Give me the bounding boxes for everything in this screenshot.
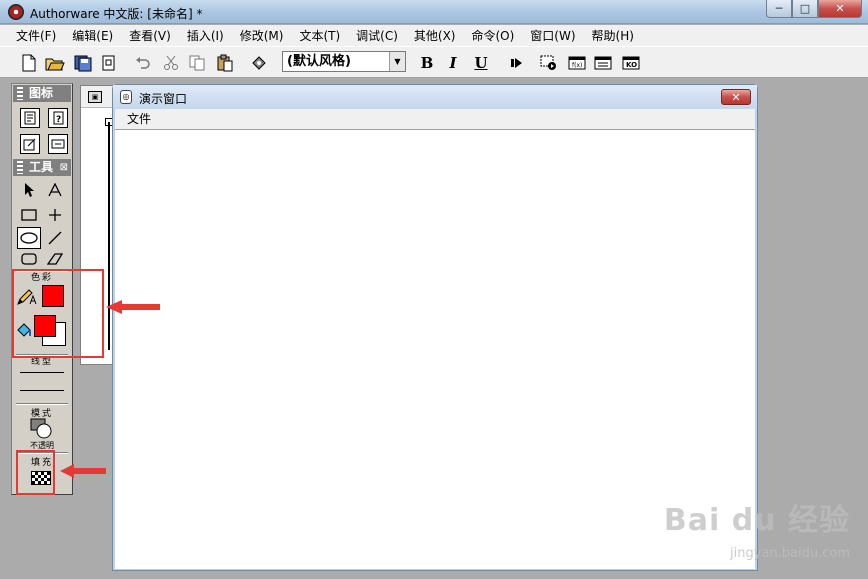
paste-icon[interactable]: [214, 52, 236, 74]
presentation-canvas[interactable]: [115, 129, 755, 569]
icons-palette-title: 图标: [29, 86, 54, 100]
undo-icon[interactable]: [132, 52, 154, 74]
authorware-app-icon[interactable]: [8, 4, 24, 20]
display-icon[interactable]: [20, 108, 40, 128]
calculation-icon[interactable]: [48, 134, 68, 154]
menu-window[interactable]: 窗口(W): [522, 26, 583, 46]
menu-command[interactable]: 命令(O): [463, 26, 522, 46]
title-bar: Authorware 中文版: [未命名] * ─ □ ✕: [0, 0, 868, 24]
tools-palette-title: 工具: [29, 160, 54, 174]
text-style-value: (默认风格): [287, 54, 351, 69]
line-style-thin[interactable]: [20, 372, 64, 373]
underline-button[interactable]: U: [470, 52, 492, 74]
menu-insert[interactable]: 插入(I): [179, 26, 232, 46]
toolbar: (默认风格) ▼ B I U f(x) KO: [0, 46, 868, 78]
copy-icon[interactable]: [186, 52, 208, 74]
text-style-select[interactable]: (默认风格) ▼: [282, 51, 406, 72]
menu-bar: 文件(F) 编辑(E) 查看(V) 插入(I) 修改(M) 文本(T) 调试(C…: [0, 25, 868, 46]
save-all-icon[interactable]: [72, 52, 94, 74]
close-button[interactable]: ✕: [818, 0, 862, 18]
baidu-jingyan-url: jingyan.baidu.com: [730, 546, 850, 561]
svg-text:?: ?: [56, 115, 61, 125]
annotation-arrow-color: [106, 300, 160, 314]
presentation-menu-file[interactable]: 文件: [127, 112, 151, 126]
line-style-medium[interactable]: [20, 390, 64, 391]
menu-other[interactable]: 其他(X): [406, 26, 464, 46]
open-file-icon[interactable]: [44, 52, 66, 74]
svg-text:f(x): f(x): [572, 62, 582, 69]
polygon-tool-icon[interactable]: [43, 248, 67, 270]
interaction-icon[interactable]: [20, 134, 40, 154]
presentation-window-title-bar[interactable]: ◎ 演示窗口 ✕: [113, 85, 757, 109]
rounded-rectangle-tool-icon[interactable]: [17, 248, 41, 270]
variables-icon[interactable]: [592, 52, 614, 74]
chevron-down-icon[interactable]: ▼: [389, 52, 405, 71]
menu-help[interactable]: 帮助(H): [584, 26, 642, 46]
annotation-box-color: [12, 269, 104, 358]
presentation-window-icon: ◎: [120, 90, 132, 104]
menu-modify[interactable]: 修改(M): [232, 26, 292, 46]
minimize-button[interactable]: ─: [766, 0, 792, 18]
icons-palette-header[interactable]: 图标: [13, 85, 71, 102]
divider: [16, 403, 68, 405]
presentation-window-close-button[interactable]: ✕: [721, 89, 751, 105]
rectangle-tool-icon[interactable]: [17, 204, 41, 226]
menu-view[interactable]: 查看(V): [121, 26, 179, 46]
italic-button[interactable]: I: [442, 52, 464, 74]
annotation-arrow-fill: [60, 464, 106, 478]
grip-icon[interactable]: [17, 161, 23, 174]
cut-icon[interactable]: [160, 52, 182, 74]
baidu-jingyan-watermark: Bai du 经验: [663, 503, 850, 538]
bold-button[interactable]: B: [416, 52, 438, 74]
window-title: Authorware 中文版: [未命名] *: [30, 7, 203, 21]
annotation-box-fill: [16, 450, 55, 495]
palette-close-icon[interactable]: ⊠: [60, 159, 68, 176]
knowledge-objects-icon[interactable]: KO: [620, 52, 642, 74]
diagonal-line-tool-icon[interactable]: [43, 227, 67, 249]
menu-debug[interactable]: 调试(C): [348, 26, 406, 46]
maximize-button[interactable]: □: [792, 0, 818, 18]
find-icon[interactable]: [248, 52, 270, 74]
svg-text:KO: KO: [626, 61, 637, 69]
straight-line-tool-icon[interactable]: [43, 204, 67, 226]
restart-icon[interactable]: [506, 52, 528, 74]
presentation-window-title: 演示窗口: [139, 92, 188, 106]
window-controls: ─ □ ✕: [766, 0, 862, 18]
menu-edit[interactable]: 编辑(E): [64, 26, 121, 46]
design-window-icon: ▣: [88, 91, 102, 103]
presentation-window: ◎ 演示窗口 ✕ 文件: [112, 84, 758, 571]
control-panel-icon[interactable]: [538, 52, 560, 74]
text-tool-icon[interactable]: [43, 179, 67, 201]
presentation-menu-bar: 文件: [115, 109, 755, 129]
decision-icon[interactable]: ?: [48, 108, 68, 128]
menu-file[interactable]: 文件(F): [8, 26, 64, 46]
functions-icon[interactable]: f(x): [566, 52, 588, 74]
ellipse-tool-icon[interactable]: [17, 227, 41, 249]
tools-palette-header[interactable]: 工具 ⊠: [13, 159, 71, 176]
pointer-tool-icon[interactable]: [17, 179, 41, 201]
grip-icon[interactable]: [17, 87, 23, 100]
import-icon[interactable]: [98, 52, 120, 74]
mode-opaque-icon[interactable]: [30, 418, 58, 440]
new-file-icon[interactable]: [18, 52, 40, 74]
menu-text[interactable]: 文本(T): [291, 26, 348, 46]
